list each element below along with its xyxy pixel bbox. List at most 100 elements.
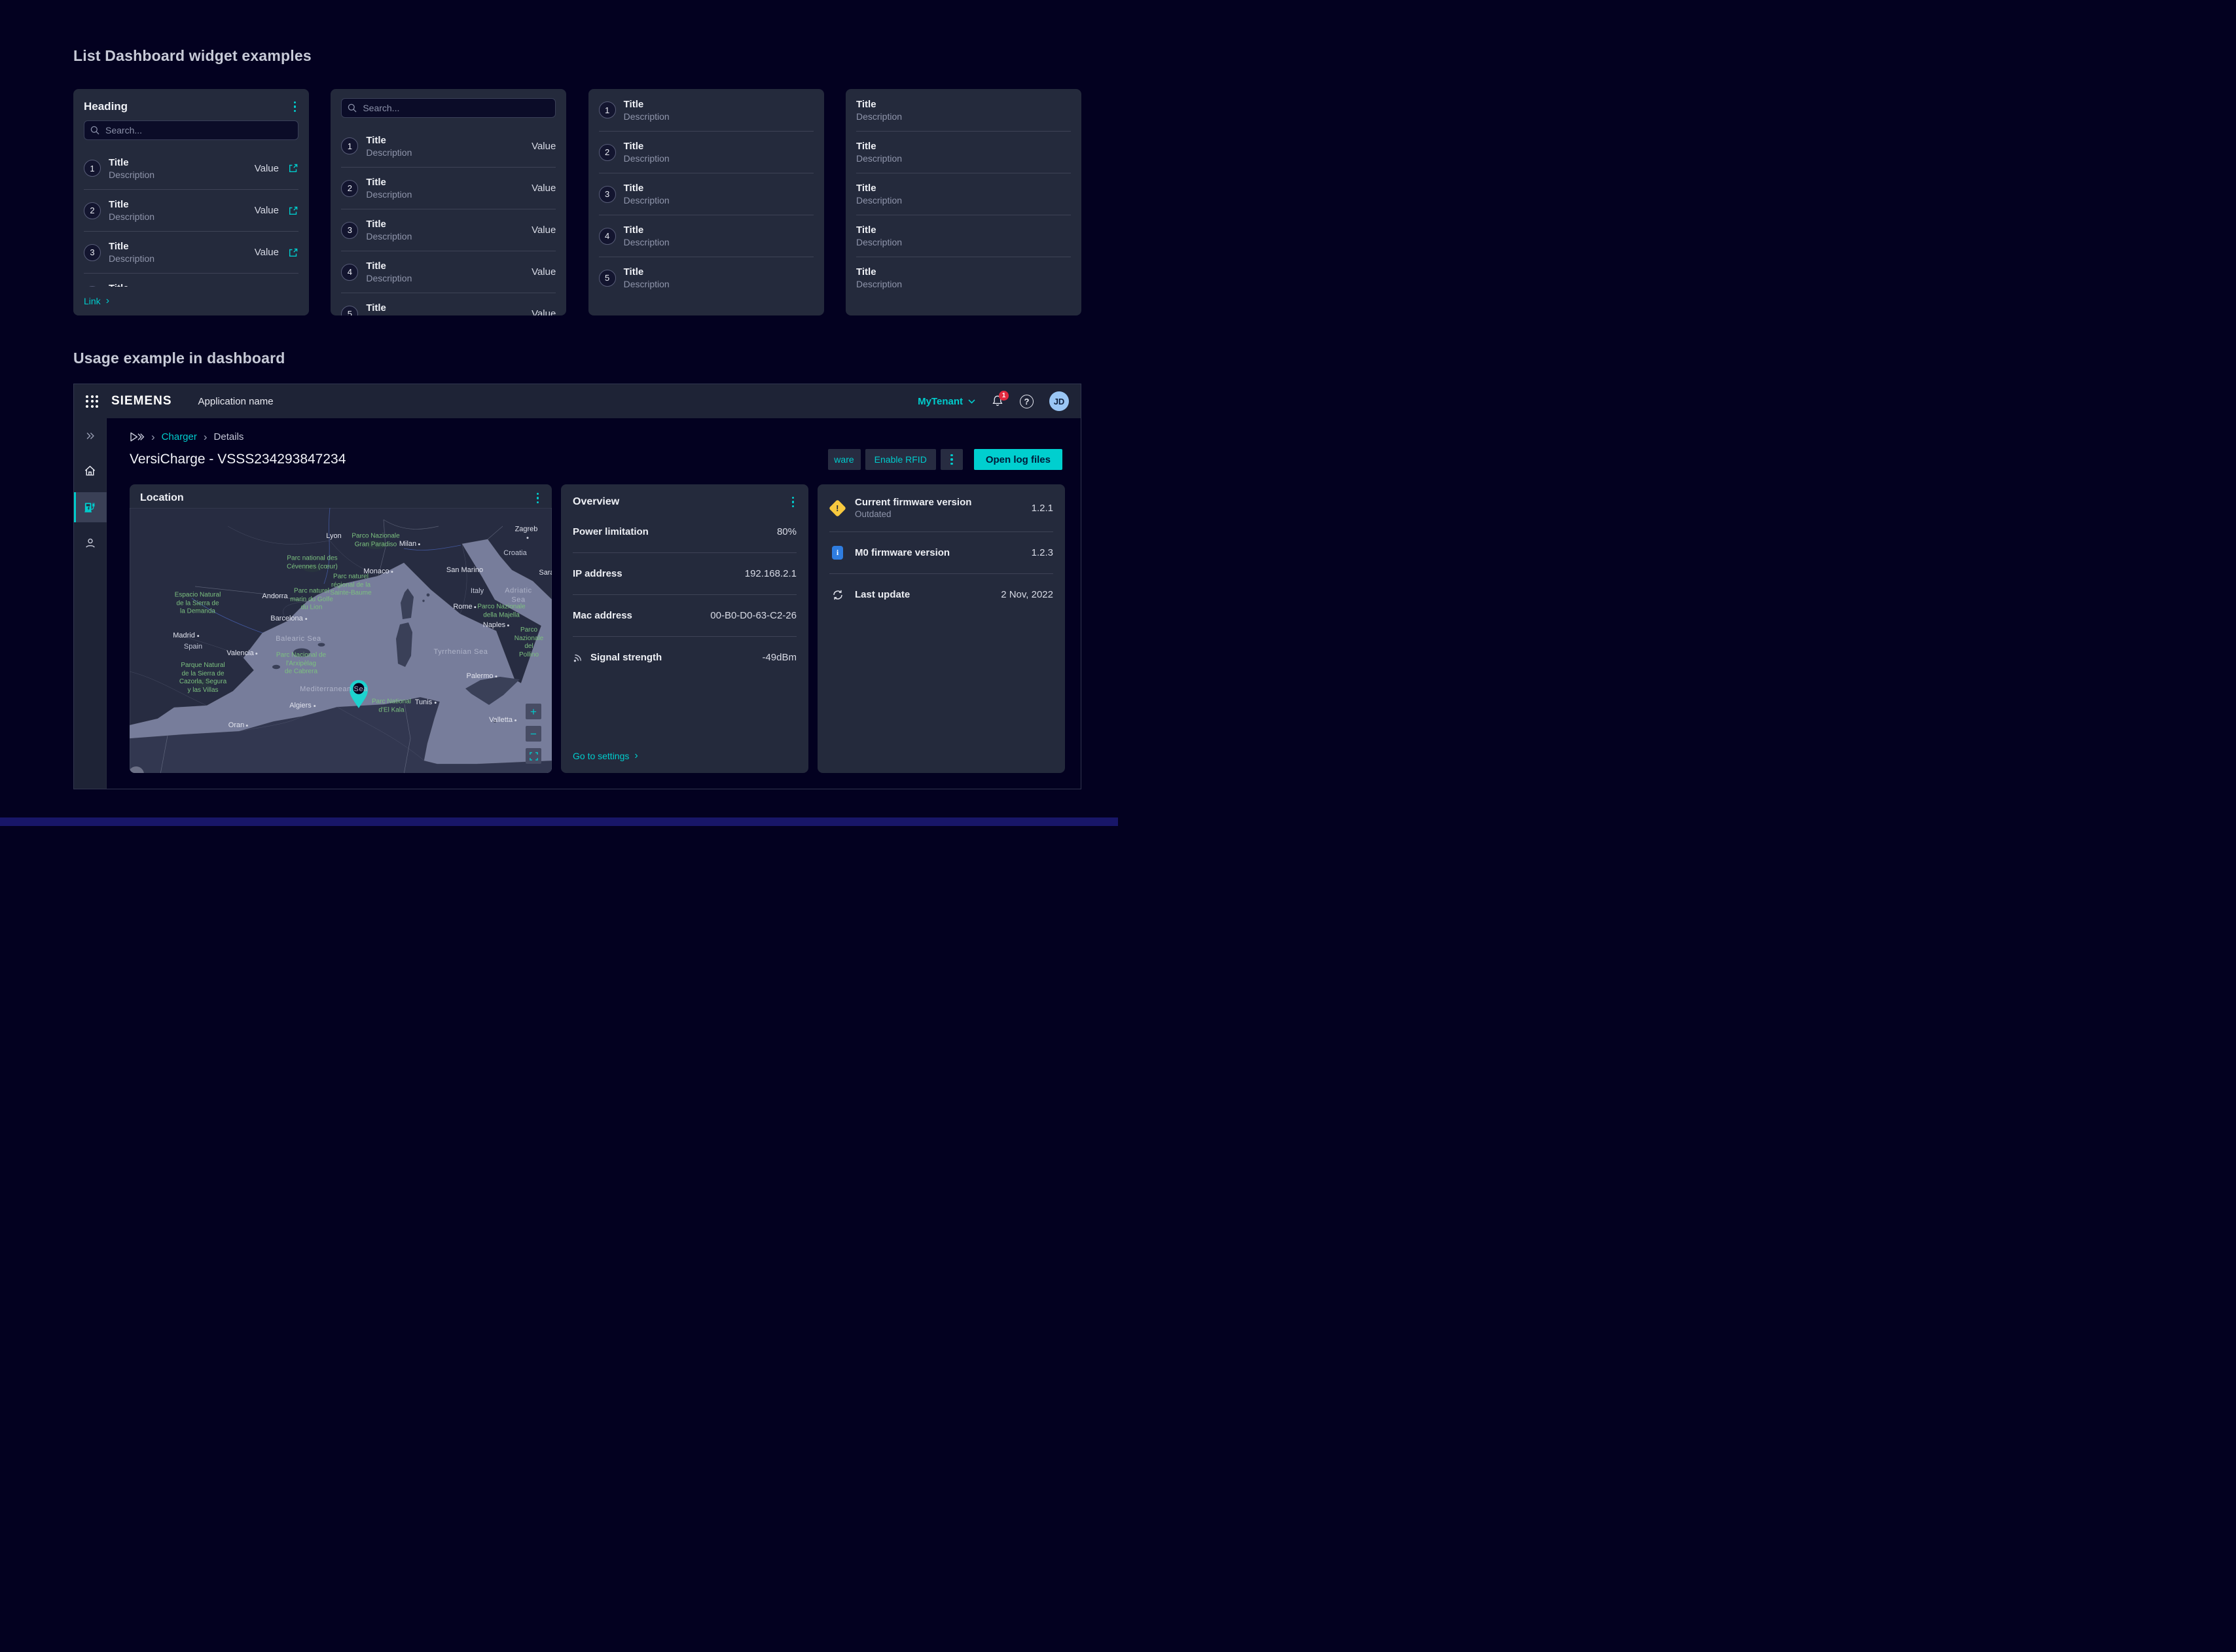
refresh-icon xyxy=(831,588,844,602)
item-value: Value xyxy=(532,141,556,152)
item-number-badge: 4 xyxy=(341,264,358,281)
item-title: Title xyxy=(366,134,524,147)
list-item[interactable]: 3 Title Description Value xyxy=(341,209,556,251)
list-item[interactable]: 5 Title Description xyxy=(599,257,814,298)
list-item[interactable]: 2 Title Description xyxy=(599,131,814,173)
notifications-button[interactable]: 1 xyxy=(991,395,1004,408)
more-actions-button[interactable] xyxy=(941,449,963,470)
chevron-right-icon: › xyxy=(106,296,109,306)
item-title: Title xyxy=(109,282,266,287)
item-title: Title xyxy=(856,140,1071,153)
zoom-in-button[interactable]: + xyxy=(526,704,541,719)
item-description: Description xyxy=(624,194,814,206)
list-item[interactable]: 3 Title Description xyxy=(599,173,814,215)
widget-link[interactable]: Link› xyxy=(84,296,109,306)
item-description: Description xyxy=(856,111,1071,122)
overview-row: IP address 192.168.2.1 xyxy=(573,552,797,594)
item-description: Description xyxy=(366,189,524,200)
row-value: 192.168.2.1 xyxy=(745,568,797,579)
item-description: Description xyxy=(624,111,814,122)
overview-row: Signal strength -49dBm xyxy=(573,636,797,678)
kebab-menu-icon[interactable] xyxy=(291,99,299,115)
launchpad-icon[interactable] xyxy=(130,431,145,442)
list-widget-card-full: Heading 1 Title Description Value 2 Titl… xyxy=(73,89,309,315)
help-icon[interactable]: ? xyxy=(1020,395,1034,408)
fullscreen-icon xyxy=(530,752,538,761)
fullscreen-button[interactable] xyxy=(526,748,541,764)
item-title: Title xyxy=(366,218,524,230)
item-value: Value xyxy=(255,163,279,174)
item-description: Description xyxy=(366,314,524,315)
clipped-firmware-button[interactable]: ware xyxy=(828,449,861,470)
location-card: Location xyxy=(130,484,552,773)
breadcrumb-charger-link[interactable]: Charger xyxy=(162,431,197,442)
item-description: Description xyxy=(624,236,814,248)
row-value: -49dBm xyxy=(762,652,797,663)
list-widget-card-plain: Title Description Title Description Titl… xyxy=(846,89,1081,315)
enable-rfid-button[interactable]: Enable RFID xyxy=(865,449,936,470)
row-sublabel: Outdated xyxy=(855,509,971,519)
external-link-icon[interactable] xyxy=(288,206,298,216)
go-to-settings-link[interactable]: Go to settings› xyxy=(573,751,638,761)
list-item[interactable]: 4 Title Description xyxy=(599,215,814,257)
app-switcher-icon[interactable] xyxy=(86,395,98,408)
application-name: Application name xyxy=(198,396,274,407)
siemens-logo: SIEMENS xyxy=(111,394,172,408)
external-link-icon[interactable] xyxy=(288,163,298,173)
tenant-selector[interactable]: MyTenant xyxy=(918,396,975,407)
map-controls: + − xyxy=(526,704,541,764)
item-value: Value xyxy=(532,308,556,315)
sidebar-item-charger-active[interactable] xyxy=(74,492,107,522)
avatar[interactable]: JD xyxy=(1049,391,1069,411)
search-input[interactable] xyxy=(84,120,298,140)
app-window: SIEMENS Application name MyTenant 1 ? JD xyxy=(73,384,1081,789)
sidebar-item-user[interactable] xyxy=(84,537,97,550)
zoom-out-button[interactable]: − xyxy=(526,726,541,742)
list-item[interactable]: Title Description xyxy=(856,131,1071,173)
kebab-menu-icon[interactable] xyxy=(534,490,542,507)
search-input[interactable] xyxy=(341,98,556,118)
item-title: Title xyxy=(856,182,1071,194)
row-value: 00-B0-D0-63-C2-26 xyxy=(710,610,797,621)
list-item[interactable]: Title Description xyxy=(856,89,1071,131)
app-content: › Charger › Details VersiCharge - VSSS23… xyxy=(107,418,1081,789)
list-item-clipped[interactable]: 5 Title Description Value xyxy=(341,293,556,315)
item-value: Value xyxy=(255,205,279,216)
item-description: Description xyxy=(109,211,247,223)
item-title: Title xyxy=(856,266,1071,278)
list-item-clipped[interactable]: 4 Title Description Value xyxy=(84,273,298,287)
page-actions: ware Enable RFID Open log files xyxy=(828,449,1062,470)
external-link-icon[interactable] xyxy=(288,247,298,258)
open-log-files-button[interactable]: Open log files xyxy=(974,449,1062,470)
list-item[interactable]: 1 Title Description Value xyxy=(84,147,298,189)
item-number-badge: 4 xyxy=(599,228,616,245)
row-label: Mac address xyxy=(573,610,632,621)
widget-footer: Link› xyxy=(73,287,309,315)
item-title: Title xyxy=(624,224,814,236)
list-item[interactable]: 2 Title Description Value xyxy=(84,189,298,231)
sidebar-expand-button[interactable] xyxy=(84,430,96,442)
double-chevron-right-icon xyxy=(84,430,96,442)
firmware-card: ! Current firmware version Outdated 1.2.… xyxy=(818,484,1065,773)
search-icon xyxy=(347,103,357,113)
item-description: Description xyxy=(856,236,1071,248)
list-item[interactable]: 4 Title Description Value xyxy=(341,251,556,293)
item-number-badge: 3 xyxy=(599,186,616,203)
list-item[interactable]: Title Description xyxy=(856,257,1071,298)
list-item[interactable]: Title Description xyxy=(856,215,1071,257)
item-title: Title xyxy=(856,224,1071,236)
row-value: 1.2.3 xyxy=(1032,547,1053,558)
row-value: 2 Nov, 2022 xyxy=(1001,589,1053,600)
overview-card: Overview Power limitation 80% IP address… xyxy=(561,484,808,773)
kebab-menu-icon[interactable] xyxy=(789,494,797,511)
list-item[interactable]: 1 Title Description Value xyxy=(341,125,556,167)
row-label: Power limitation xyxy=(573,526,649,537)
list-item[interactable]: Title Description xyxy=(856,173,1071,215)
list-item[interactable]: 1 Title Description xyxy=(599,89,814,131)
map[interactable]: LyonParco Nazionale Gran ParadisoMilanZa… xyxy=(130,508,552,773)
list-item[interactable]: 3 Title Description Value xyxy=(84,231,298,273)
item-title: Title xyxy=(366,260,524,272)
row-value: 1.2.1 xyxy=(1032,503,1053,514)
sidebar-item-home[interactable] xyxy=(83,464,97,478)
list-item[interactable]: 2 Title Description Value xyxy=(341,167,556,209)
